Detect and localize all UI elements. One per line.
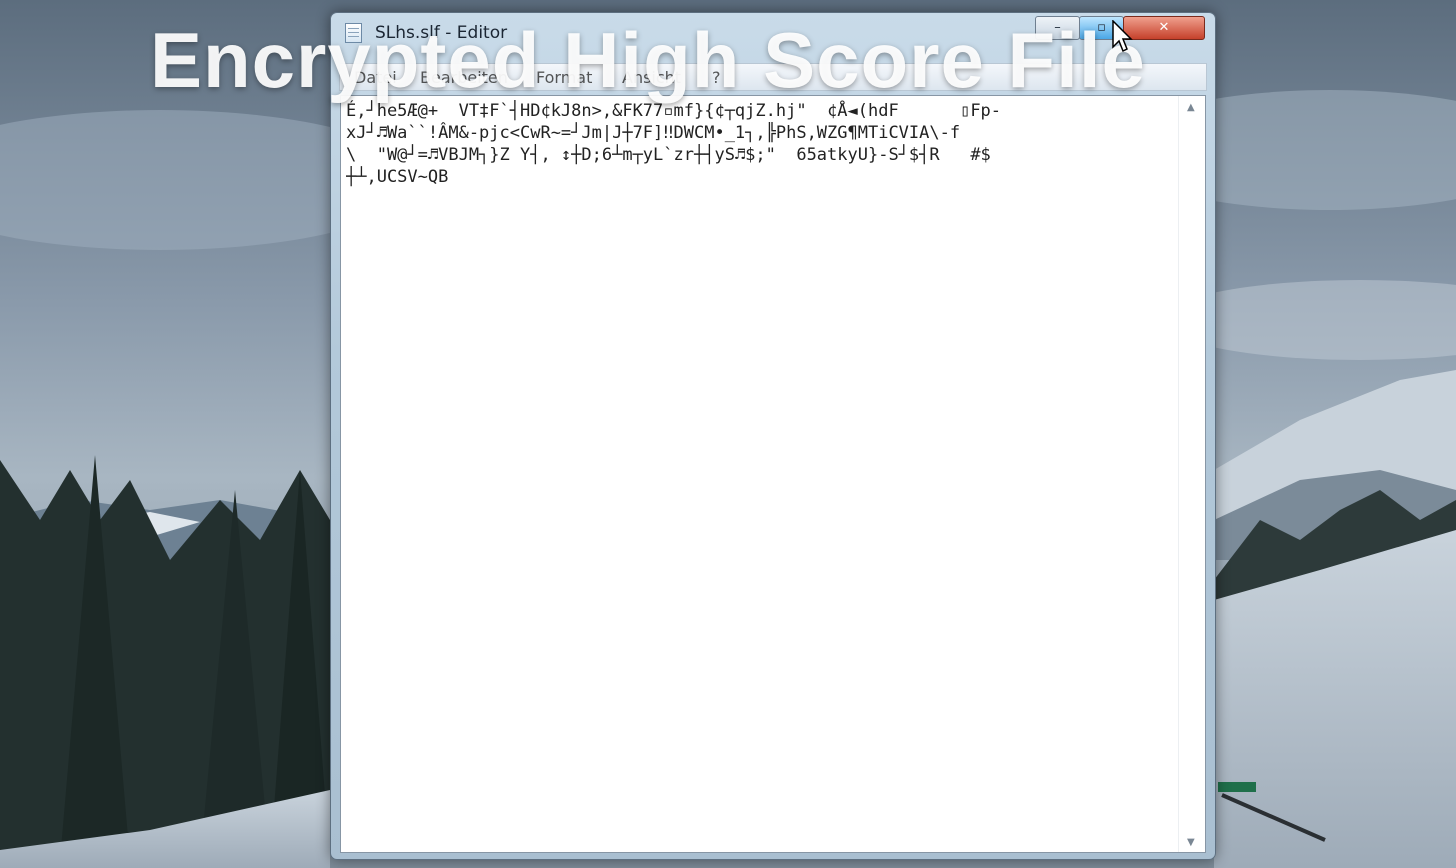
vertical-scrollbar[interactable]: ▲ ▼ xyxy=(1178,96,1205,852)
scroll-down-arrow-icon[interactable]: ▼ xyxy=(1187,837,1195,848)
video-headline-overlay: Encrypted High Score File xyxy=(150,16,1146,104)
editor-window: SLhs.slf - Editor – ▫ ✕ Datei Bearbeiten… xyxy=(330,12,1216,860)
document-text[interactable]: É,┘he5Æ@+ VT‡F`┤HD¢kJ8n>,&FK77▫mf}{¢┬qjZ… xyxy=(346,100,1172,840)
text-editor[interactable]: É,┘he5Æ@+ VT‡F`┤HD¢kJ8n>,&FK77▫mf}{¢┬qjZ… xyxy=(340,95,1206,853)
mouse-cursor-icon xyxy=(1112,20,1133,53)
